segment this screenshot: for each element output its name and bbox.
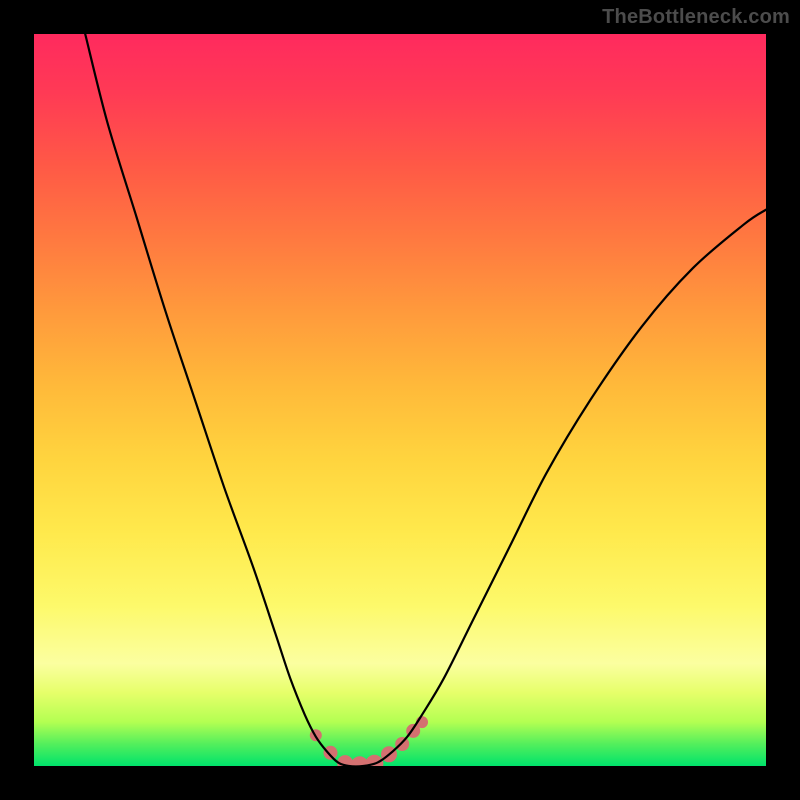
chart-frame: TheBottleneck.com (0, 0, 800, 800)
watermark-text: TheBottleneck.com (602, 6, 790, 29)
highlight-markers (310, 716, 428, 766)
plot-area (34, 34, 766, 766)
curve-overlay (34, 34, 766, 766)
bottleneck-curve (85, 34, 766, 766)
marker-dot (324, 746, 338, 760)
